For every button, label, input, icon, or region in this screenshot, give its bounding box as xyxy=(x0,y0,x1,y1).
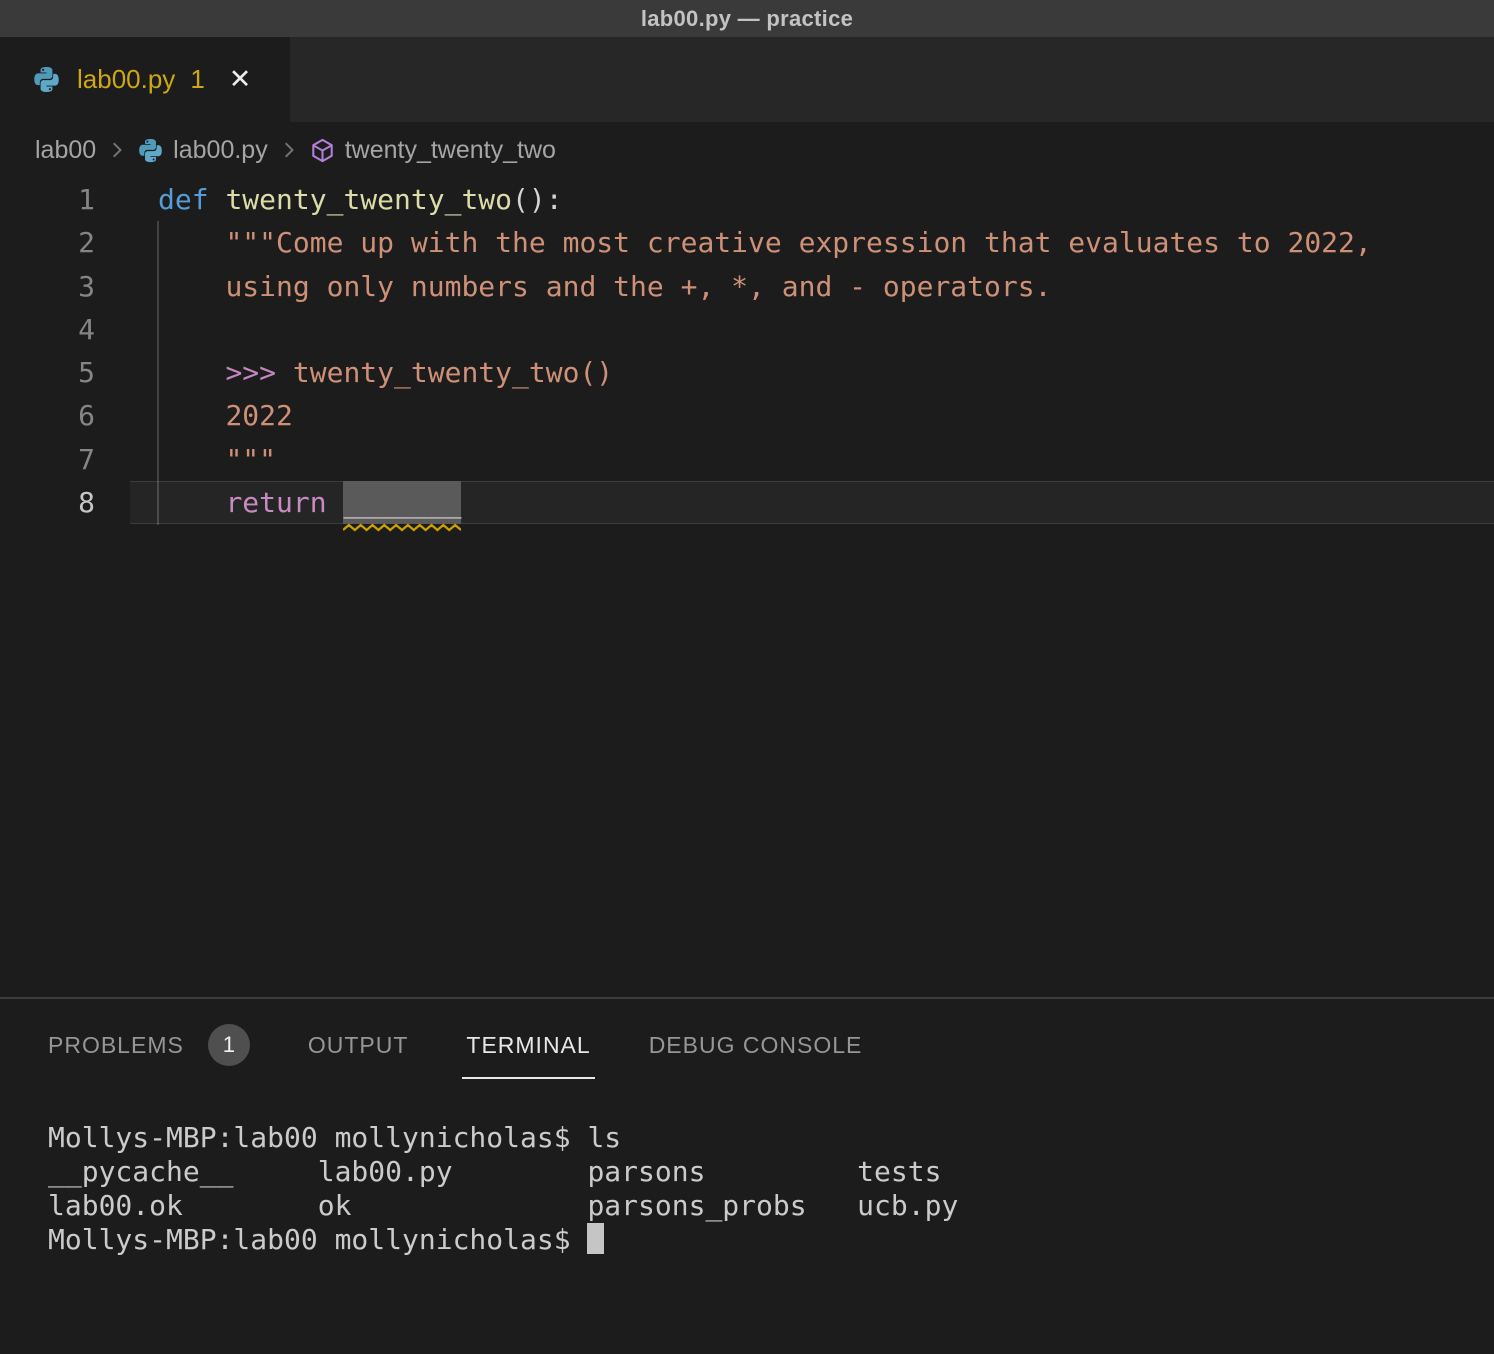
tab-label: lab00.py xyxy=(77,64,175,95)
chevron-right-icon xyxy=(106,139,128,161)
code-text xyxy=(158,308,1494,351)
warning-squiggle-icon xyxy=(343,523,461,532)
terminal-line: __pycache__ lab00.py parsons tests xyxy=(48,1155,1494,1189)
code-line[interactable]: 6 2022 xyxy=(0,394,1494,437)
terminal-line: Mollys-MBP:lab00 mollynicholas$ ls xyxy=(48,1121,1494,1155)
code-lines: 1def twenty_twenty_two():2 """Come up wi… xyxy=(0,178,1494,524)
terminal-prompt-line: Mollys-MBP:lab00 mollynicholas$ xyxy=(48,1223,1494,1257)
line-number: 1 xyxy=(0,178,95,221)
line-number: 5 xyxy=(0,351,95,394)
tab-terminal[interactable]: TERMINAL xyxy=(466,1032,590,1059)
line-number: 3 xyxy=(0,265,95,308)
terminal-prompt: Mollys-MBP:lab00 mollynicholas$ xyxy=(48,1223,587,1256)
bottom-panel: PROBLEMS 1 OUTPUT TERMINAL DEBUG CONSOLE… xyxy=(0,997,1494,1354)
python-file-icon xyxy=(33,66,60,93)
code-text: return _______ xyxy=(158,481,1494,524)
chevron-right-icon xyxy=(106,139,128,161)
python-icon xyxy=(33,66,60,93)
panel-tab-bar: PROBLEMS 1 OUTPUT TERMINAL DEBUG CONSOLE xyxy=(0,999,1494,1091)
code-editor[interactable]: 1def twenty_twenty_two():2 """Come up wi… xyxy=(0,178,1494,997)
line-number: 7 xyxy=(0,438,95,481)
code-line[interactable]: 1 def twenty_twenty_two(): xyxy=(0,178,1494,221)
problems-count-badge: 1 xyxy=(208,1024,250,1066)
code-line[interactable]: 4 xyxy=(0,308,1494,351)
tab-output[interactable]: OUTPUT xyxy=(308,1032,409,1059)
tab-debug-console[interactable]: DEBUG CONSOLE xyxy=(649,1032,863,1059)
line-number: 6 xyxy=(0,394,95,437)
chevron-right-icon xyxy=(278,139,300,161)
window-titlebar: lab00.py — practice xyxy=(0,0,1494,37)
code-line[interactable]: 8 return _______ xyxy=(0,481,1494,524)
line-number: 8 xyxy=(0,481,95,524)
terminal[interactable]: Mollys-MBP:lab00 mollynicholas$ ls__pyca… xyxy=(0,1091,1494,1354)
tab-lab00-py[interactable]: lab00.py 1 ✕ xyxy=(0,37,290,122)
breadcrumb-item-file[interactable]: lab00.py xyxy=(138,136,268,165)
close-icon[interactable]: ✕ xyxy=(229,66,252,93)
symbol-method-icon xyxy=(310,138,335,163)
code-text: using only numbers and the +, *, and - o… xyxy=(158,265,1494,308)
code-line[interactable]: 3 using only numbers and the +, *, and -… xyxy=(0,265,1494,308)
python-file-icon xyxy=(138,138,163,163)
python-icon xyxy=(138,138,163,163)
breadcrumb-item-symbol[interactable]: twenty_twenty_two xyxy=(310,136,556,165)
code-text: def twenty_twenty_two(): xyxy=(158,178,1494,221)
line-number: 2 xyxy=(0,221,95,264)
breadcrumb-item-folder[interactable]: lab00 xyxy=(35,136,96,165)
terminal-line: lab00.ok ok parsons_probs ucb.py xyxy=(48,1189,1494,1223)
code-line[interactable]: 2 """Come up with the most creative expr… xyxy=(0,221,1494,264)
tab-problems-count: 1 xyxy=(190,64,204,95)
chevron-right-icon xyxy=(278,139,300,161)
code-text: """ xyxy=(158,438,1494,481)
terminal-output: Mollys-MBP:lab00 mollynicholas$ ls__pyca… xyxy=(48,1121,1494,1223)
symbol-method-icon xyxy=(310,138,335,163)
code-text: """Come up with the most creative expres… xyxy=(158,221,1494,264)
code-line[interactable]: 7 """ xyxy=(0,438,1494,481)
code-text: >>> twenty_twenty_two() xyxy=(158,351,1494,394)
editor-tab-bar: lab00.py 1 ✕ xyxy=(0,37,1494,122)
breadcrumb: lab00 lab00.py twenty_twenty_two xyxy=(0,122,1494,178)
blank-placeholder[interactable]: _______ xyxy=(343,481,461,524)
line-number: 4 xyxy=(0,308,95,351)
tab-problems[interactable]: PROBLEMS 1 xyxy=(48,1024,250,1066)
terminal-cursor xyxy=(587,1223,604,1254)
window-title: lab00.py — practice xyxy=(641,6,853,32)
code-line[interactable]: 5 >>> twenty_twenty_two() xyxy=(0,351,1494,394)
code-text: 2022 xyxy=(158,394,1494,437)
